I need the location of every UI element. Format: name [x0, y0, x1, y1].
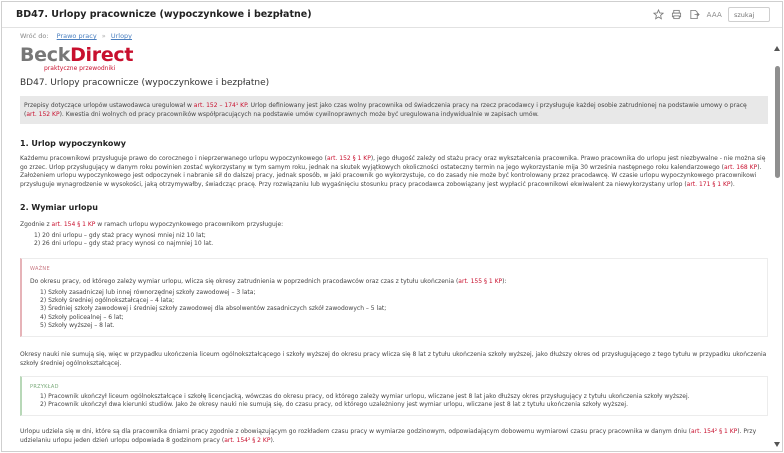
note-label: WAŻNE [30, 265, 50, 272]
scroll-down-arrow-icon[interactable] [774, 442, 780, 447]
summary-text: ). Kwestia dni wolnych od pracy pracowni… [59, 110, 539, 118]
breadcrumb-prefix: Wróć do: [20, 32, 49, 40]
top-bar: BD47. Urlopy pracownicze (wypoczynkowe i… [2, 2, 782, 28]
window-title: BD47. Urlopy pracownicze (wypoczynkowe i… [16, 9, 312, 20]
logo-part-beck: Beck [20, 44, 71, 66]
article-link[interactable]: art. 152 § 1 KP [327, 155, 371, 162]
document-window: BD47. Urlopy pracownicze (wypoczynkowe i… [1, 1, 783, 452]
scroll-thumb[interactable] [775, 66, 780, 178]
example-label: PRZYKŁAD [30, 384, 59, 391]
export-icon[interactable] [689, 9, 701, 21]
beckdirect-logo: BeckDirect praktyczne przewodniki [20, 44, 768, 72]
logo-tagline: praktyczne przewodniki [44, 65, 116, 72]
list-item: 2) Szkoły średniej ogólnokształcącej – 4… [40, 297, 175, 305]
entitlement-list: 1) 20 dni urlopu – gdy staż pracy wynosi… [20, 232, 768, 248]
article-link[interactable]: art. 171 § 1 KP [687, 181, 731, 188]
search-input[interactable] [728, 7, 770, 22]
summary-box: Przepisy dotyczące urlopów ustawodawca u… [20, 96, 768, 124]
last-paragraph: Urlopu udziela się w dni, które są dla p… [20, 428, 768, 445]
article-link[interactable]: art. 154 § 1 KP [52, 221, 96, 228]
note-text: Do okresu pracy, od którego zależy wymia… [30, 278, 759, 287]
school-list: 1) Szkoły zasadniczej lub innej równorzę… [30, 289, 759, 330]
section1-paragraph: Każdemu pracownikowi przysługuje prawo d… [20, 155, 768, 189]
toolbar: AAA [653, 7, 770, 22]
paragraph-text: ). [270, 436, 275, 444]
paragraph-text: Do okresu pracy, od którego zależy wymia… [30, 277, 459, 285]
list-item: 2) Pracownik ukończył dwa kierunki studi… [40, 401, 628, 409]
after-note-paragraph: Okresy nauki nie sumują się, więc w przy… [20, 351, 767, 367]
article-link[interactable]: art. 154² § 1 KP [691, 428, 737, 435]
star-icon[interactable] [653, 8, 665, 21]
document-content: Wróć do: Prawo pracy » Urlopy BeckDirect… [20, 32, 768, 450]
section2-intro: Zgodnie z art. 154 § 1 KP w ramach urlop… [20, 221, 768, 230]
list-item: 2) 26 dni urlopu – gdy staż pracy wynosi… [34, 239, 214, 247]
summary-text: Przepisy dotyczące urlopów ustawodawca u… [24, 102, 194, 109]
article-link[interactable]: art. 152 – 174¹ KP [194, 102, 247, 109]
list-item: 4) Szkoły policealnej – 6 lat; [40, 313, 124, 321]
example-box: PRZYKŁAD 1) Pracownik ukończył liceum og… [20, 376, 768, 417]
document-heading: BD47. Urlopy pracownicze (wypoczynkowe i… [20, 78, 270, 88]
breadcrumb-separator-icon: » [101, 32, 106, 40]
article-link[interactable]: art. 168 KP [724, 164, 757, 171]
paragraph-text: Urlopu udziela się w dni, które są dla p… [20, 428, 692, 436]
article-link[interactable]: art. 154² § 2 KP [224, 437, 270, 444]
paragraph-text: w ramach urlopu wypoczynkowego pracownik… [95, 221, 284, 228]
list-item: 1) 20 dni urlopu – gdy staż pracy wynosi… [34, 231, 206, 239]
list-item: 1) Pracownik ukończył liceum ogólnokszta… [40, 393, 690, 401]
list-item: 3) Średniej szkoły zawodowej i średniej … [40, 305, 387, 313]
logo-part-direct: Direct [70, 44, 134, 66]
article-link[interactable]: art. 155 § 1 KP [458, 278, 502, 285]
list-item: 1) Szkoły zasadniczej lub innej równorzę… [40, 289, 256, 296]
breadcrumb: Wróć do: Prawo pracy » Urlopy [20, 32, 768, 42]
list-item: 5) Szkoły wyższej – 8 lat. [40, 321, 115, 329]
example-list: 1) Pracownik ukończył liceum ogólnokszta… [30, 393, 759, 409]
paragraph-text: Zgodnie z [20, 221, 52, 228]
font-size-control[interactable]: AAA [707, 11, 722, 19]
print-icon[interactable] [671, 9, 683, 21]
scroll-up-arrow-icon[interactable] [774, 46, 780, 51]
breadcrumb-link-prawo-pracy[interactable]: Prawo pracy [57, 32, 97, 40]
important-note-box: WAŻNE Do okresu pracy, od którego zależy… [20, 257, 768, 338]
paragraph-text: ): [502, 277, 507, 285]
paragraph-text: ). [730, 180, 735, 188]
article-link[interactable]: art. 152 KP [26, 111, 59, 118]
paragraph-text: Każdemu pracownikowi przysługuje prawo d… [20, 155, 327, 162]
breadcrumb-link-urlopy[interactable]: Urlopy [111, 32, 132, 40]
section-title-wymiar-urlopu: 2. Wymiar urlopu [20, 203, 98, 212]
section-title-urlop-wypoczynkowy: 1. Urlop wypoczynkowy [20, 139, 126, 148]
